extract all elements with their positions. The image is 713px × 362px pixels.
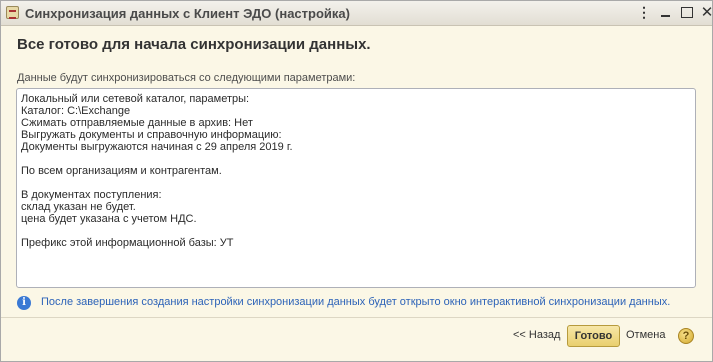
minimize-icon[interactable] <box>657 4 675 21</box>
params-line: Документы выгружаются начиная с 29 апрел… <box>21 141 293 153</box>
page-title: Все готово для начала синхронизации данн… <box>17 36 371 53</box>
params-line: склад указан не будет. <box>21 201 136 213</box>
params-line: Префикс этой информационной базы: УТ <box>21 237 234 249</box>
title-bar[interactable]: Синхронизация данных с Клиент ЭДО (настр… <box>1 1 713 26</box>
window-title: Синхронизация данных с Клиент ЭДО (настр… <box>25 6 350 21</box>
params-line <box>21 177 691 189</box>
info-text: После завершения создания настройки синх… <box>41 296 671 308</box>
params-line: В документах поступления: <box>21 189 162 201</box>
help-icon[interactable]: ? <box>678 328 694 344</box>
params-line <box>21 153 691 165</box>
maximize-icon[interactable] <box>678 4 696 21</box>
back-button[interactable]: << Назад <box>513 329 560 341</box>
info-icon: i <box>17 296 31 310</box>
params-line: цена будет указана с учетом НДС. <box>21 213 197 225</box>
dialog-window: Синхронизация данных с Клиент ЭДО (настр… <box>0 0 713 362</box>
params-line: По всем организациям и контрагентам. <box>21 165 222 177</box>
more-actions-icon[interactable]: ⋮ <box>635 4 653 21</box>
params-text-area[interactable]: Локальный или сетевой каталог, параметры… <box>16 88 696 288</box>
cancel-button[interactable]: Отмена <box>626 329 665 341</box>
params-line: Сжимать отправляемые данные в архив: Нет <box>21 117 253 129</box>
close-icon[interactable]: ✕ <box>698 4 713 21</box>
params-line <box>21 225 691 237</box>
footer-divider <box>1 317 712 318</box>
params-caption: Данные будут синхронизироваться со следу… <box>17 72 356 84</box>
app-icon <box>6 6 19 19</box>
minimize-bar <box>661 15 670 17</box>
params-line: Каталог: C:\Exchange <box>21 105 131 117</box>
params-line: Выгружать документы и справочную информа… <box>21 129 282 141</box>
params-line: Локальный или сетевой каталог, параметры… <box>21 93 250 105</box>
maximize-box <box>681 7 693 18</box>
done-button[interactable]: Готово <box>567 325 620 347</box>
